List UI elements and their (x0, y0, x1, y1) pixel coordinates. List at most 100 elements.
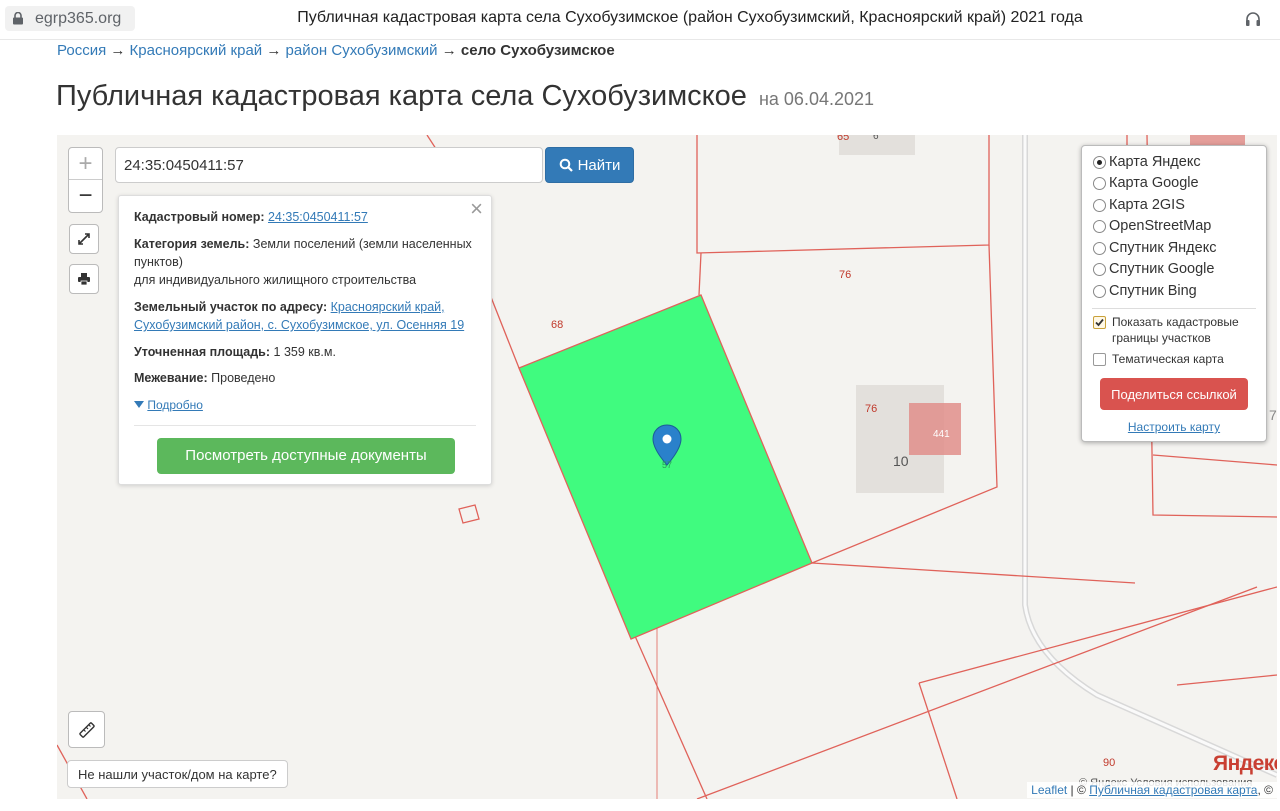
map-attribution: Leaflet | © Публичная кадастровая карта,… (1027, 782, 1277, 798)
page-title: Публичная кадастровая карта села Сухобуз… (56, 80, 874, 113)
not-found-button[interactable]: Не нашли участок/дом на карте? (67, 760, 288, 788)
expand-icon (78, 233, 90, 245)
ruler-icon (78, 721, 95, 738)
breadcrumb-current: село Сухобузимское (460, 42, 615, 59)
details-toggle[interactable]: Подробно (134, 396, 479, 414)
breadcrumb-russia[interactable]: Россия (57, 42, 106, 59)
zoom-control: + − (68, 147, 103, 213)
parcel-info-popup: × Кадастровый номер: 24:35:0450411:57 Ка… (118, 195, 492, 485)
house-number: 7 (1269, 407, 1277, 423)
ruler-button[interactable] (68, 711, 105, 748)
popup-divider (134, 425, 476, 426)
triangle-down-icon (134, 401, 144, 408)
land-category-row: Категория земель: Земли поселений (земли… (134, 235, 479, 271)
layer-option-bing-satellite[interactable]: Спутник Bing (1093, 283, 1197, 299)
thematic-map-label: Тематическая карта (1112, 352, 1224, 366)
tab-title: Публичная кадастровая карта села Сухобуз… (297, 9, 1083, 26)
url-text: egrp365.org (35, 10, 122, 27)
radio-icon[interactable] (1093, 219, 1106, 233)
parcel-number: 57 (662, 460, 673, 470)
leaflet-link[interactable]: Leaflet (1031, 783, 1067, 797)
layer-option-2gis[interactable]: Карта 2GIS (1093, 197, 1185, 213)
print-icon (78, 273, 90, 286)
share-link-button[interactable]: Поделиться ссылкой (1100, 378, 1248, 410)
address-bar[interactable]: egrp365.org (5, 6, 135, 31)
yandex-logo: Яндекс (1213, 752, 1277, 775)
fullscreen-button[interactable] (69, 224, 99, 254)
layer-option-label: Карта 2GIS (1109, 197, 1185, 213)
layer-option-label: Спутник Google (1109, 261, 1215, 277)
layer-option-yandex-satellite[interactable]: Спутник Яндекс (1093, 240, 1216, 256)
land-usage: для индивидуального жилищного строительс… (134, 273, 417, 287)
layer-option-yandex-map[interactable]: Карта Яндекс (1093, 154, 1201, 170)
radio-icon[interactable] (1093, 155, 1106, 169)
cadastral-map-link[interactable]: Публичная кадастровая карта (1089, 783, 1257, 797)
parcel-number: 76 (839, 269, 852, 281)
land-category-label: Категория земель: (134, 237, 250, 251)
attribution-tail: , © (1257, 783, 1273, 797)
radio-icon[interactable] (1093, 241, 1106, 255)
configure-map-link[interactable]: Настроить карту (1082, 420, 1266, 434)
layer-option-google-map[interactable]: Карта Google (1093, 175, 1199, 191)
layer-option-label: OpenStreetMap (1109, 218, 1212, 234)
layer-option-osm[interactable]: OpenStreetMap (1093, 218, 1211, 234)
area-label: Уточненная площадь: (134, 345, 271, 359)
show-borders-option[interactable]: Показать кадастровые границы участков (1093, 314, 1253, 346)
parcel-number: 68 (551, 319, 564, 331)
radio-icon[interactable] (1093, 198, 1106, 212)
search-button[interactable]: Найти (545, 147, 634, 183)
thematic-map-option[interactable]: Тематическая карта (1093, 351, 1224, 367)
view-documents-button[interactable]: Посмотреть доступные документы (157, 438, 455, 474)
breadcrumb-separator: → (110, 42, 126, 59)
layer-option-label: Карта Яндекс (1109, 154, 1201, 170)
search-icon (559, 158, 573, 172)
cadastral-search-input[interactable] (115, 147, 543, 183)
attribution-separator: | (1070, 783, 1074, 797)
browser-top-bar: egrp365.org Публичная кадастровая карта … (0, 0, 1280, 40)
headphones-icon[interactable] (1244, 10, 1262, 28)
radio-icon[interactable] (1093, 176, 1106, 190)
area-value: 1 359 кв.м. (273, 345, 336, 359)
house-number: 6 (873, 135, 879, 142)
parcel-number: 65 (837, 135, 850, 143)
breadcrumb-krasnoyarsk[interactable]: Красноярский край (130, 42, 263, 59)
house-number: 10 (893, 453, 909, 469)
checkbox-unchecked[interactable] (1093, 353, 1106, 366)
address-row: Земельный участок по адресу: Красноярски… (134, 298, 479, 334)
layers-divider (1092, 308, 1256, 309)
radio-icon[interactable] (1093, 284, 1106, 298)
page-date: на 06.04.2021 (758, 89, 875, 109)
breadcrumb-separator: → (441, 42, 457, 59)
breadcrumb: Россия → Красноярский край → район Сухоб… (57, 42, 615, 59)
survey-label: Межевание: (134, 371, 208, 385)
cadastral-map[interactable]: 68 76 76 10 441 65 6 90 57 7 + − Найти × (57, 135, 1277, 799)
checkbox-checked[interactable] (1093, 316, 1106, 329)
check-icon (1095, 318, 1104, 327)
breadcrumb-district[interactable]: район Сухобузимский (286, 42, 438, 59)
survey-value: Проведено (211, 371, 276, 385)
layer-switcher: Карта Яндекс Карта Google Карта 2GIS Ope… (1081, 145, 1267, 442)
address-label: Земельный участок по адресу: (134, 300, 328, 314)
cadastral-number-label: Кадастровый номер: (134, 210, 265, 224)
search-button-label: Найти (577, 156, 621, 174)
details-label: Подробно (147, 398, 203, 412)
cadastral-number-row: Кадастровый номер: 24:35:0450411:57 (134, 208, 479, 226)
zoom-in-button[interactable]: + (69, 148, 102, 180)
cadastral-number-link[interactable]: 24:35:0450411:57 (268, 210, 368, 224)
parcel-number: 76 (865, 403, 878, 415)
print-button[interactable] (69, 264, 99, 294)
radio-icon[interactable] (1093, 262, 1106, 276)
layer-option-label: Карта Google (1109, 175, 1199, 191)
show-borders-label: Показать кадастровые границы участков (1112, 315, 1239, 345)
parcel-number: 90 (1103, 757, 1116, 769)
zoom-out-button[interactable]: − (69, 180, 102, 212)
attribution-copyright: © (1077, 783, 1086, 797)
survey-row: Межевание: Проведено (134, 369, 479, 387)
layer-option-google-satellite[interactable]: Спутник Google (1093, 261, 1214, 277)
page-title-text: Публичная кадастровая карта села Сухобуз… (56, 80, 747, 112)
building-number: 441 (933, 429, 950, 440)
layer-option-label: Спутник Bing (1109, 283, 1197, 299)
lock-icon (13, 12, 23, 25)
area-row: Уточненная площадь: 1 359 кв.м. (134, 343, 479, 361)
breadcrumb-separator: → (266, 42, 282, 59)
